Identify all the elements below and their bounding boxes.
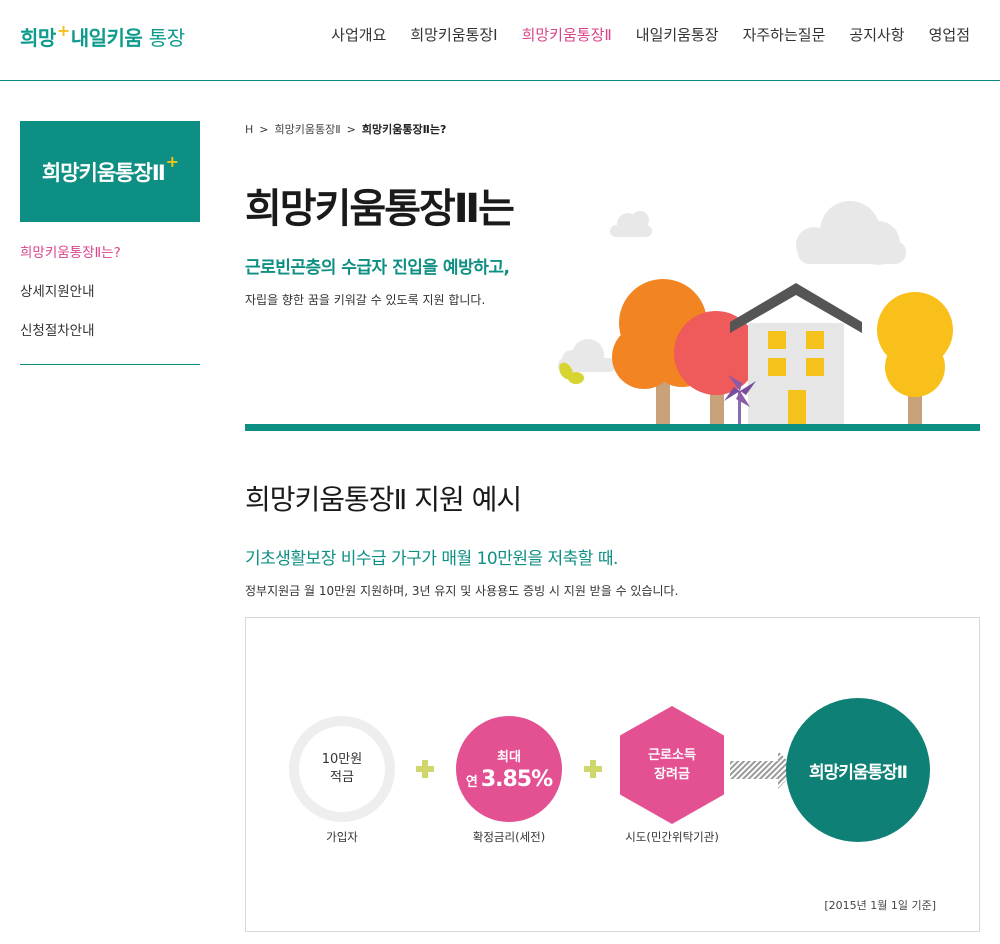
interest-rate-line: 연 3.85% bbox=[465, 767, 553, 792]
nav-item-notice[interactable]: 공지사항 bbox=[849, 24, 904, 45]
page-title: 희망키움통장Ⅱ는 bbox=[245, 186, 515, 232]
sidebar-title-text: 희망키움통장Ⅱ bbox=[41, 160, 166, 185]
cloud-icon bbox=[610, 211, 652, 237]
section-divider bbox=[245, 424, 980, 431]
sidebar-menu: 희망키움통장Ⅱ는? 상세지원안내 신청절차안내 bbox=[20, 243, 200, 360]
nav-item-branch[interactable]: 영업점 bbox=[929, 24, 970, 45]
support-diagram-box: 10만원 적금 가입자 최대 연 3.85% 확정금리(세전) 근로소득 장려금… bbox=[245, 617, 980, 932]
logo-text-3: 통장 bbox=[148, 26, 185, 50]
savings-caption: 가입자 bbox=[326, 830, 358, 844]
base-date-note: [2015년 1월 1일 기준] bbox=[824, 899, 936, 912]
nav-item-account-1[interactable]: 희망키움통장Ⅰ bbox=[410, 24, 497, 45]
interest-circle: 최대 연 3.85% bbox=[456, 716, 562, 822]
plus-icon bbox=[416, 760, 434, 778]
interest-prefix: 연 bbox=[465, 775, 478, 790]
savings-amount: 10만원 bbox=[321, 752, 363, 767]
site-header: 희망+내일키움 통장 사업개요 희망키움통장Ⅰ 희망키움통장Ⅱ 내일키움통장 자… bbox=[0, 0, 1000, 81]
house-trees-illustration bbox=[558, 201, 953, 427]
incentive-caption: 시도(민간위탁기관) bbox=[625, 830, 719, 844]
example-description: 정부지원금 월 10만원 지원하며, 3년 유지 및 사용용도 증빙 시 지원 … bbox=[245, 584, 679, 598]
breadcrumb-level1[interactable]: 희망키움통장Ⅱ bbox=[275, 121, 341, 137]
breadcrumb: H > 희망키움통장Ⅱ > 희망키움통장Ⅱ는? bbox=[245, 121, 446, 137]
nav-item-account-2[interactable]: 희망키움통장Ⅱ bbox=[522, 24, 612, 45]
interest-max-label: 최대 bbox=[497, 750, 521, 765]
sidebar-title: 희망키움통장Ⅱ + bbox=[20, 121, 200, 222]
nav-item-overview[interactable]: 사업개요 bbox=[331, 24, 386, 45]
interest-caption: 확정금리(세전) bbox=[472, 830, 546, 844]
incentive-line2: 장려금 bbox=[654, 767, 690, 782]
intro-subtitle: 근로빈곤층의 수급자 진입을 예방하고, bbox=[245, 258, 510, 278]
example-subtitle: 기초생활보장 비수급 가구가 매월 10만원을 저축할 때. bbox=[245, 549, 618, 569]
result-circle: 희망키움통장Ⅱ bbox=[786, 698, 930, 842]
intro-description: 자립을 향한 꿈을 키워갈 수 있도록 지원 합니다. bbox=[245, 293, 486, 307]
breadcrumb-home[interactable]: H bbox=[245, 123, 253, 136]
main-nav: 사업개요 희망키움통장Ⅰ 희망키움통장Ⅱ 내일키움통장 자주하는질문 공지사항 … bbox=[331, 24, 970, 45]
incentive-hexagon: 근로소득 장려금 bbox=[620, 706, 724, 824]
sidebar-plus-icon: + bbox=[165, 152, 179, 171]
logo-plus-icon: + bbox=[56, 21, 70, 40]
breadcrumb-current: 희망키움통장Ⅱ는? bbox=[361, 123, 447, 136]
chevron-right-icon: > bbox=[346, 122, 356, 136]
savings-label: 적금 bbox=[330, 770, 354, 785]
sidebar-item-procedure[interactable]: 신청절차안내 bbox=[20, 321, 200, 360]
interest-rate: 3.85% bbox=[480, 767, 553, 792]
site-logo[interactable]: 희망+내일키움 통장 bbox=[20, 21, 185, 51]
example-title: 희망키움통장Ⅱ 지원 예시 bbox=[245, 483, 522, 516]
cloud-icon bbox=[796, 201, 906, 265]
nav-item-tomorrow-account[interactable]: 내일키움통장 bbox=[636, 24, 719, 45]
logo-text-2: 내일키움 bbox=[70, 26, 143, 50]
plus-icon bbox=[584, 760, 602, 778]
nav-item-faq[interactable]: 자주하는질문 bbox=[743, 24, 826, 45]
logo-text-1: 희망 bbox=[20, 26, 56, 50]
chevron-right-icon: > bbox=[259, 122, 269, 136]
incentive-line1: 근로소득 bbox=[648, 748, 696, 763]
savings-circle: 10만원 적금 bbox=[289, 716, 395, 822]
savings-circle-inner: 10만원 적금 bbox=[299, 726, 385, 812]
sidebar-item-intro[interactable]: 희망키움통장Ⅱ는? bbox=[20, 243, 200, 282]
sidebar-item-detail[interactable]: 상세지원안내 bbox=[20, 282, 200, 321]
sidebar-divider bbox=[20, 364, 200, 365]
